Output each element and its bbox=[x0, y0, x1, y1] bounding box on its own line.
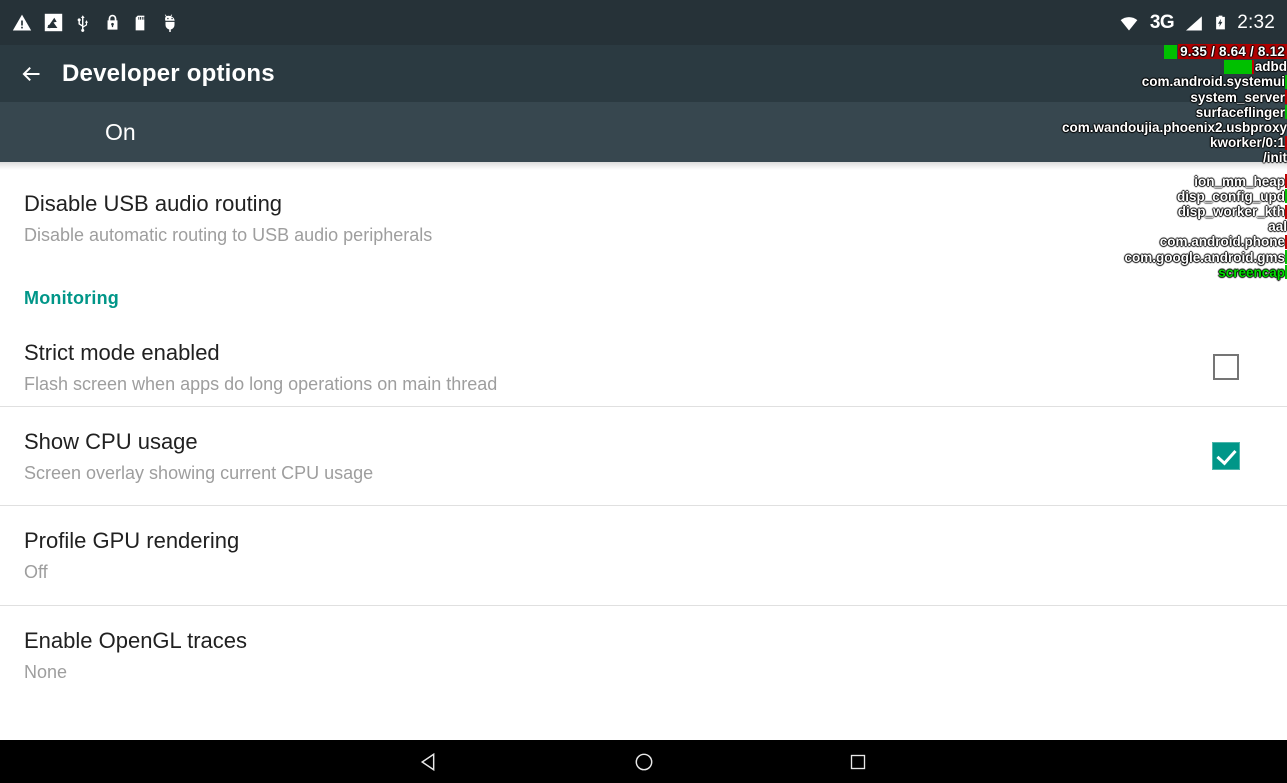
navigation-bar bbox=[0, 740, 1287, 783]
network-type-label: 3G bbox=[1149, 11, 1175, 33]
list-item-text: Show CPU usage Screen overlay showing cu… bbox=[24, 428, 1213, 483]
list-item-title: Profile GPU rendering bbox=[24, 528, 240, 553]
switch-bar-shadow bbox=[0, 162, 1287, 170]
nav-home-button[interactable] bbox=[537, 751, 751, 773]
nav-back-icon bbox=[420, 752, 434, 771]
checkbox-show-cpu-usage[interactable] bbox=[1213, 443, 1239, 469]
wifi-icon bbox=[1117, 13, 1141, 33]
android-debug-icon bbox=[161, 13, 179, 33]
warning-icon bbox=[12, 13, 32, 33]
list-item[interactable]: Profile GPU rendering Off bbox=[0, 506, 1287, 605]
list-item-subtitle: Off bbox=[24, 562, 48, 582]
master-switch-label: On bbox=[105, 118, 136, 145]
status-bar-left-icons bbox=[0, 13, 179, 33]
list-item[interactable]: Disable USB audio routing Disable automa… bbox=[0, 170, 1287, 267]
list-item-subtitle: Flash screen when apps do long operation… bbox=[24, 373, 498, 394]
list-item-text: Strict mode enabled Flash screen when ap… bbox=[24, 339, 1213, 394]
screenshot-icon bbox=[44, 13, 63, 32]
list-item-text: Disable USB audio routing Disable automa… bbox=[24, 191, 1263, 245]
status-bar: 3G 2:32 bbox=[0, 0, 1287, 45]
nav-back-button[interactable] bbox=[323, 751, 537, 773]
clock: 2:32 bbox=[1237, 11, 1275, 33]
list-item-subtitle: None bbox=[24, 662, 68, 682]
nav-recents-button[interactable] bbox=[751, 752, 965, 772]
list-item[interactable]: Strict mode enabled Flash screen when ap… bbox=[0, 328, 1287, 406]
list-item-title: Enable OpenGL traces bbox=[24, 628, 247, 653]
usb-icon bbox=[75, 13, 92, 33]
list-item-text: Enable OpenGL traces None bbox=[24, 628, 1263, 682]
master-switch-bar[interactable]: On bbox=[0, 102, 1287, 162]
list-item-title: Strict mode enabled bbox=[24, 339, 220, 365]
back-button[interactable] bbox=[0, 62, 62, 86]
list-item[interactable]: Enable OpenGL traces None bbox=[0, 606, 1287, 705]
android-screen: 3G 2:32 Developer options On Disable USB… bbox=[0, 0, 1287, 783]
status-bar-right-icons: 3G 2:32 bbox=[1117, 12, 1275, 34]
lock-icon bbox=[104, 13, 121, 32]
section-header-monitoring: Monitoring bbox=[24, 288, 119, 308]
list-item-subtitle: Disable automatic routing to USB audio p… bbox=[24, 225, 433, 245]
checkbox-strict-mode[interactable] bbox=[1213, 354, 1239, 380]
list-item-text: Profile GPU rendering Off bbox=[24, 528, 1263, 582]
list-item-subtitle: Screen overlay showing current CPU usage bbox=[24, 462, 374, 483]
nav-recents-icon bbox=[850, 754, 865, 769]
app-toolbar: Developer options bbox=[0, 45, 1287, 102]
settings-list[interactable]: Disable USB audio routing Disable automa… bbox=[0, 170, 1287, 740]
sd-card-icon bbox=[133, 13, 149, 33]
list-item-title: Show CPU usage bbox=[24, 428, 198, 454]
battery-charging-icon bbox=[1213, 12, 1228, 33]
section-header-next: Apps bbox=[0, 705, 1287, 723]
signal-icon bbox=[1183, 13, 1204, 33]
nav-home-icon bbox=[635, 753, 652, 770]
page-title: Developer options bbox=[62, 59, 275, 87]
list-item[interactable]: Show CPU usage Screen overlay showing cu… bbox=[0, 407, 1287, 505]
list-item-title: Disable USB audio routing bbox=[24, 191, 283, 216]
back-arrow-icon bbox=[22, 66, 39, 81]
